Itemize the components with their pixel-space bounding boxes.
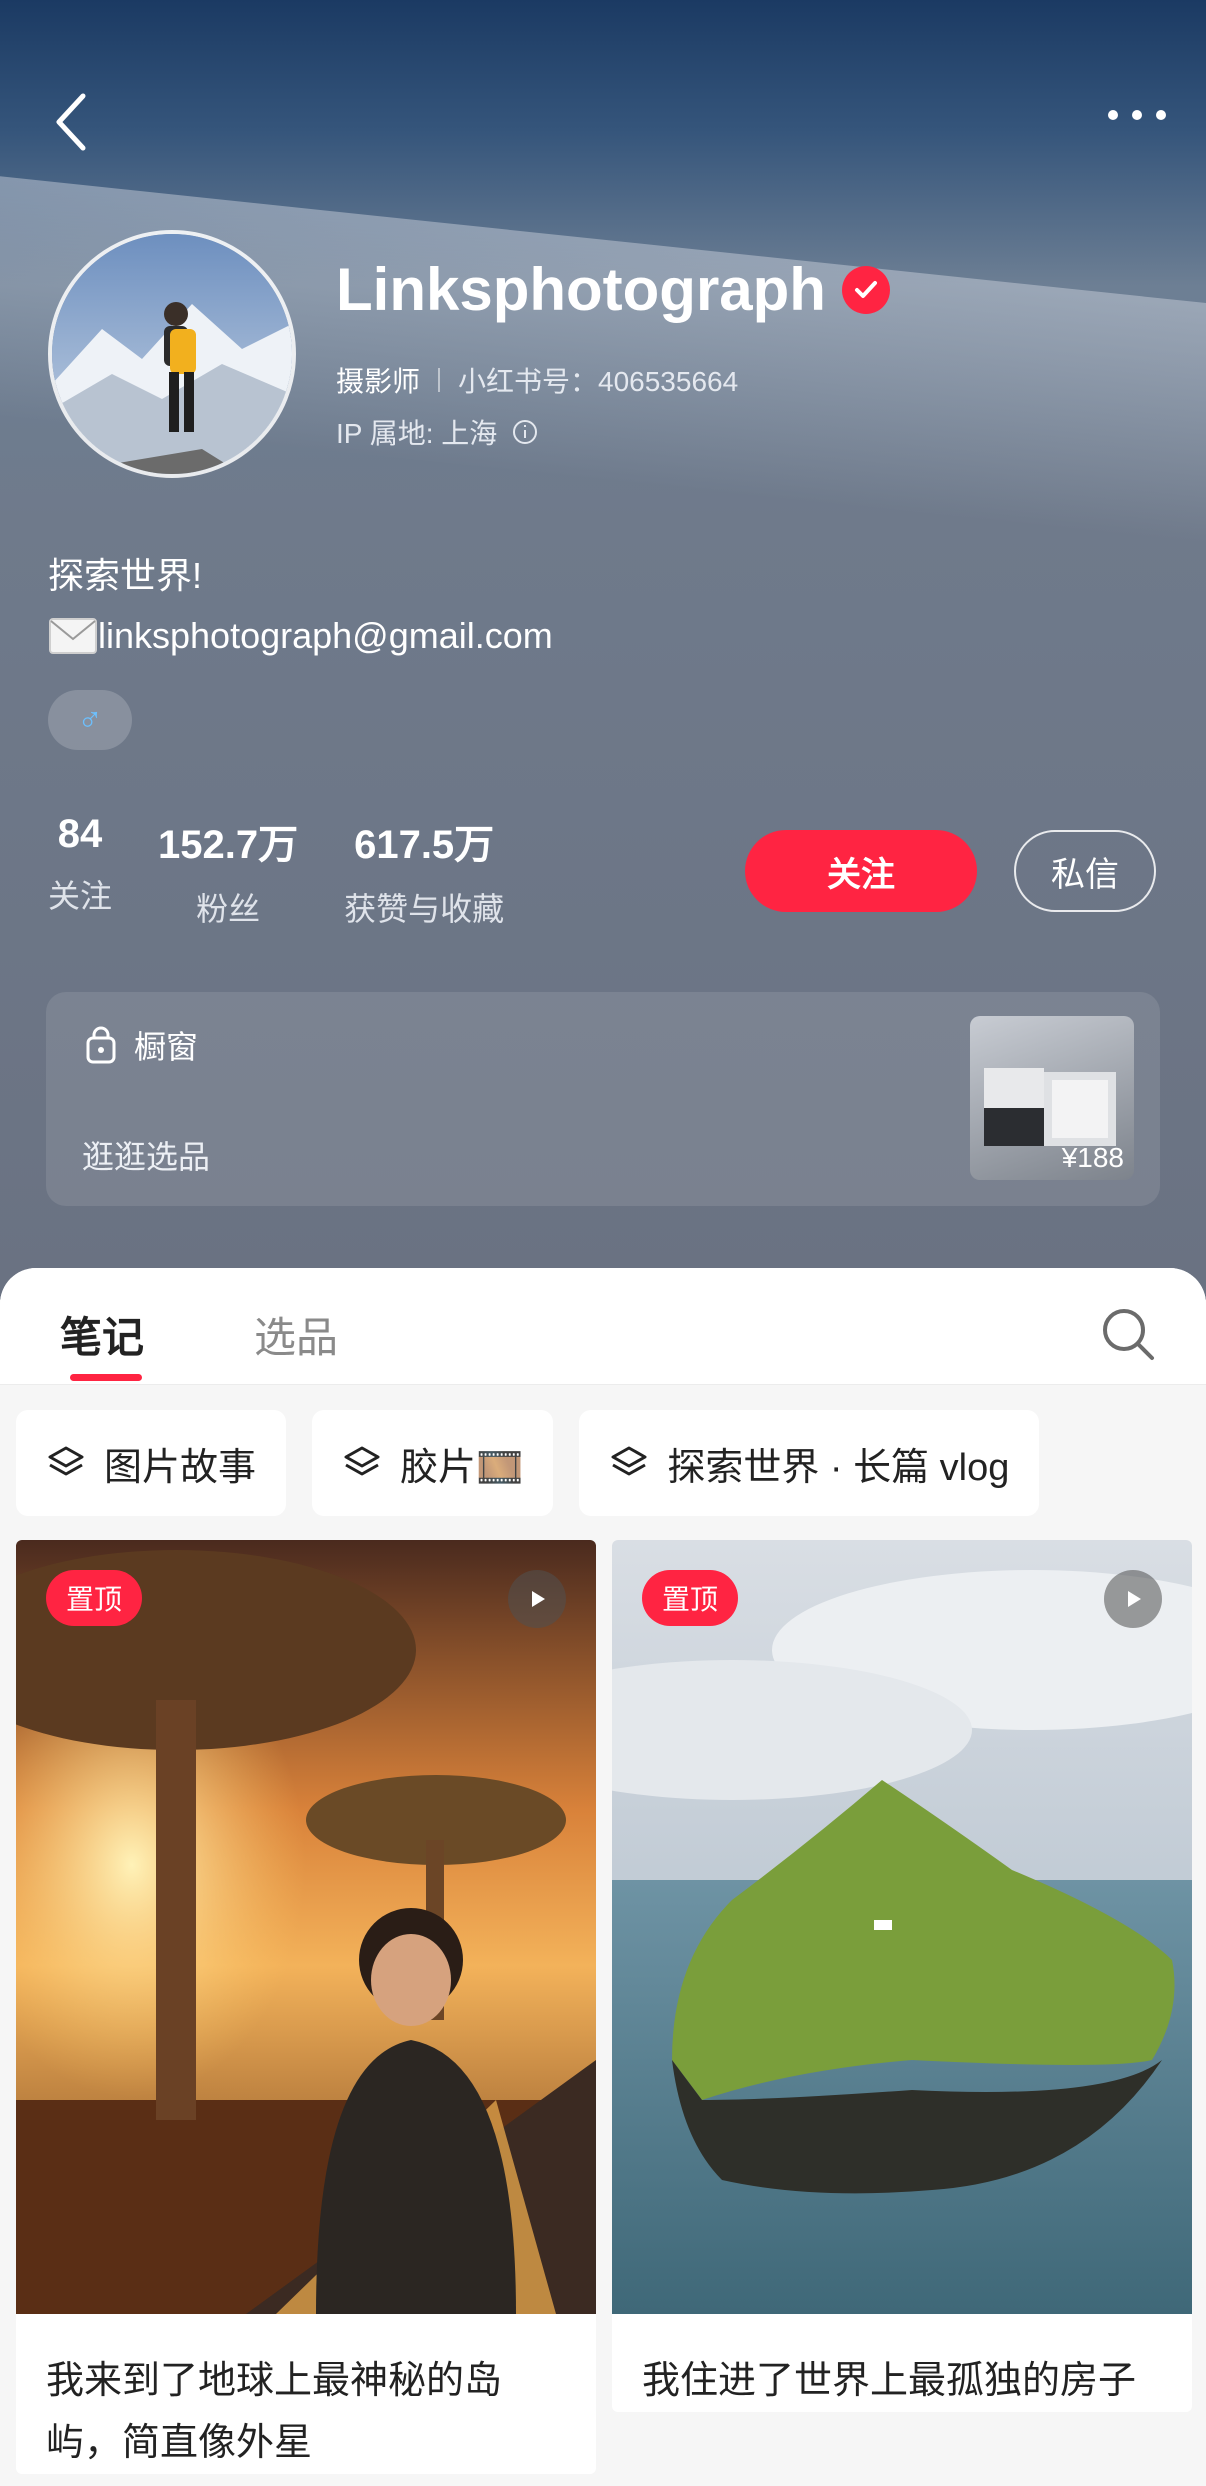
note-title: 我来到了地球上最神秘的岛屿，简直像外星 bbox=[46, 2360, 503, 2464]
stat-label: 获赞与收藏 bbox=[344, 891, 505, 927]
stat-likes[interactable]: 617.5万 获赞与收藏 bbox=[344, 812, 504, 930]
layers-icon bbox=[48, 1446, 84, 1476]
red-id[interactable]: 小红书号：406535664 bbox=[458, 360, 738, 400]
more-button[interactable] bbox=[1102, 95, 1172, 135]
back-arrow-icon bbox=[56, 93, 86, 151]
stat-followers[interactable]: 152.7万 粉丝 bbox=[158, 812, 298, 930]
layers-icon bbox=[344, 1446, 380, 1476]
note-cover-image bbox=[612, 1540, 1192, 2314]
play-icon bbox=[508, 1570, 566, 1628]
note-card[interactable]: 置顶 我来到了地球上最神秘的岛屿，简直像外星 bbox=[16, 1540, 596, 2474]
note-card[interactable]: 置顶 我住进了世界上最孤独的房子 bbox=[612, 1540, 1192, 2412]
note-cover: 置顶 bbox=[612, 1540, 1192, 2314]
bio-line: 探索世界! bbox=[48, 555, 203, 596]
avatar[interactable] bbox=[48, 230, 296, 478]
profile-name-text: Linksphotograph bbox=[336, 256, 826, 323]
tab-products[interactable]: 选品 bbox=[254, 1304, 338, 1365]
shop-title: 橱窗 bbox=[84, 1022, 198, 1068]
back-button[interactable] bbox=[40, 82, 100, 162]
collection-chip[interactable]: 图片故事 bbox=[16, 1410, 287, 1516]
gender-badge: ♂ bbox=[48, 690, 132, 750]
product-price: ¥188 bbox=[1061, 1142, 1124, 1173]
ip-location: IP 属地: 上海 bbox=[336, 412, 539, 452]
message-button[interactable]: 私信 bbox=[1014, 830, 1156, 912]
more-icon bbox=[1108, 110, 1166, 120]
profile-role: 摄影师 bbox=[336, 366, 421, 397]
profile-stats: 84 关注 152.7万 粉丝 617.5万 获赞与收藏 bbox=[48, 812, 550, 930]
divider bbox=[438, 368, 441, 392]
shop-product-thumbnail[interactable]: ¥188 bbox=[970, 1016, 1134, 1180]
pinned-badge: 置顶 bbox=[46, 1570, 142, 1626]
note-cover: 置顶 bbox=[16, 1540, 596, 2314]
notes-panel: 笔记 选品 图片故事 胶片🎞️ 探索世界 · 长篇 vlog 置顶 我来到了地球… bbox=[0, 1268, 1206, 2486]
stat-label: 粉丝 bbox=[196, 891, 261, 927]
profile-name: Linksphotograph bbox=[336, 255, 890, 324]
bio: 探索世界! linksphotograph@gmail.com bbox=[48, 546, 553, 666]
stat-following[interactable]: 84 关注 bbox=[48, 812, 112, 930]
info-icon[interactable] bbox=[511, 418, 539, 446]
collection-chip[interactable]: 探索世界 · 长篇 vlog bbox=[579, 1410, 1040, 1516]
bio-email-line: linksphotograph@gmail.com bbox=[48, 606, 553, 666]
mail-icon bbox=[49, 618, 97, 654]
tab-bar: 笔记 选品 bbox=[0, 1268, 1206, 1385]
stat-value: 617.5万 bbox=[354, 823, 495, 867]
collection-label: 胶片🎞️ bbox=[400, 1446, 524, 1489]
note-cover-image bbox=[16, 1540, 596, 2314]
male-icon: ♂ bbox=[77, 700, 103, 739]
follow-button[interactable]: 关注 bbox=[745, 830, 977, 912]
collection-label: 探索世界 · 长篇 vlog bbox=[667, 1446, 1010, 1489]
search-icon[interactable] bbox=[1100, 1306, 1156, 1362]
active-tab-indicator bbox=[70, 1374, 142, 1381]
note-title: 我住进了世界上最孤独的房子 bbox=[642, 2360, 1137, 2402]
stat-value: 152.7万 bbox=[158, 823, 299, 867]
shop-title-text: 橱窗 bbox=[134, 1029, 199, 1065]
stat-value: 84 bbox=[57, 812, 103, 856]
shop-subtitle: 逛逛选品 bbox=[82, 1139, 211, 1175]
play-icon bbox=[1104, 1570, 1162, 1628]
profile-header: Linksphotograph 摄影师 小红书号：406535664 IP 属地… bbox=[0, 0, 1206, 1300]
avatar-image bbox=[52, 234, 292, 474]
collection-chip[interactable]: 胶片🎞️ bbox=[312, 1410, 554, 1516]
stat-label: 关注 bbox=[48, 878, 113, 914]
verified-icon bbox=[841, 265, 890, 314]
tab-notes[interactable]: 笔记 bbox=[60, 1304, 144, 1365]
layers-icon bbox=[611, 1446, 647, 1476]
lock-bag-icon bbox=[86, 1026, 116, 1064]
bio-email: linksphotograph@gmail.com bbox=[98, 615, 553, 656]
collections-row: 图片故事 胶片🎞️ 探索世界 · 长篇 vlog bbox=[16, 1410, 1040, 1516]
ip-text: IP 属地: 上海 bbox=[336, 418, 498, 449]
pinned-badge: 置顶 bbox=[642, 1570, 738, 1626]
profile-meta: 摄影师 小红书号：406535664 bbox=[336, 360, 738, 400]
collection-label: 图片故事 bbox=[104, 1446, 257, 1489]
shop-window-card[interactable]: 橱窗 逛逛选品 ¥188 bbox=[46, 992, 1160, 1206]
